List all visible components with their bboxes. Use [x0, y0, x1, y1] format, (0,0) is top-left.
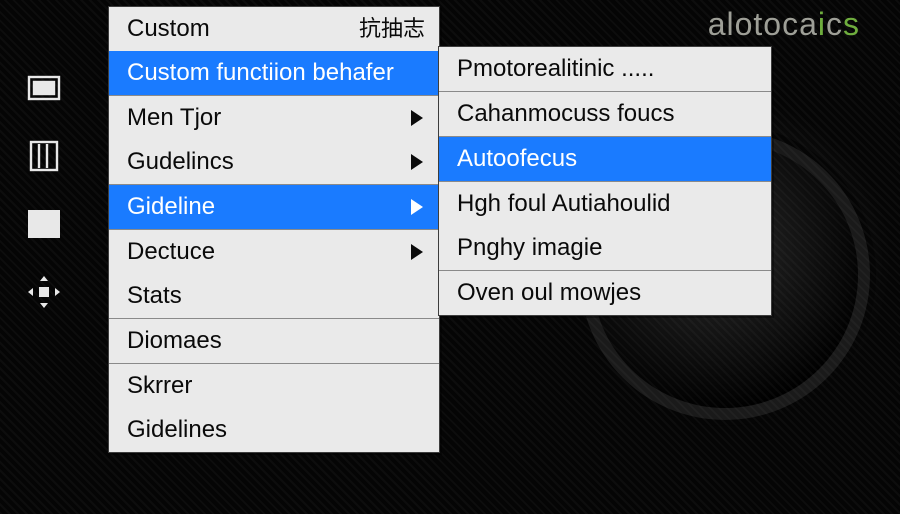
- menu-item-guidelines-a[interactable]: Gudelincs: [109, 140, 439, 184]
- menu-item-label: Hgh foul Autiahoulid: [457, 190, 671, 217]
- menu-item-label: Cahanmocuss foucs: [457, 100, 674, 127]
- menu-item-custom[interactable]: Custom 抗抽志: [109, 7, 439, 51]
- menu-item-stats[interactable]: Stats: [109, 274, 439, 318]
- menu-item-men-tjor[interactable]: Men Tjor: [109, 96, 439, 140]
- menu-item-label: Diomaes: [127, 327, 222, 354]
- menu-item-label: Custom functiion behafer: [127, 59, 394, 86]
- menu-item-label: Autoofecus: [457, 145, 577, 172]
- brand-logo: alotocaics: [708, 6, 860, 43]
- rectangle-icon[interactable]: [24, 68, 64, 108]
- menu-item-label: Gideline: [127, 193, 215, 220]
- menu-item-skrrer[interactable]: Skrrer: [109, 364, 439, 408]
- left-icon-rail: [24, 40, 72, 340]
- menu-item-custom-fn[interactable]: Custom functiion behafer: [109, 51, 439, 95]
- menu-item-diomaes[interactable]: Diomaes: [109, 319, 439, 363]
- menu-item-label: Gudelincs: [127, 148, 234, 175]
- menu-item-autofocus[interactable]: Autoofecus: [439, 137, 771, 181]
- menu-item-oven[interactable]: Oven oul mowjes: [439, 271, 771, 315]
- forward-icon[interactable]: [24, 204, 64, 244]
- menu-item-label: Men Tjor: [127, 104, 221, 131]
- menu-item-dectuce[interactable]: Dectuce: [109, 230, 439, 274]
- menu-item-extra: 抗抽志: [359, 7, 425, 51]
- menu-item-label: Dectuce: [127, 238, 215, 265]
- camera-screen: alotocaics Custom 抗抽志 Custom functiion beh…: [0, 0, 900, 514]
- menu-item-label: Stats: [127, 282, 182, 309]
- menu-item-gideline[interactable]: Gideline: [109, 185, 439, 229]
- menu-item-label: Pmotorealitinic .....: [457, 55, 654, 82]
- submenu[interactable]: Pmotorealitinic ..... Cahanmocuss foucs Au…: [438, 46, 772, 316]
- menu-item-photoreal[interactable]: Pmotorealitinic .....: [439, 47, 771, 91]
- menu-item-hghfoul[interactable]: Hgh foul Autiahoulid: [439, 182, 771, 226]
- main-context-menu[interactable]: Custom 抗抽志 Custom functiion behafer Men Tjo…: [108, 6, 440, 453]
- menu-item-cahan[interactable]: Cahanmocuss foucs: [439, 92, 771, 136]
- menu-item-label: Custom: [127, 15, 210, 42]
- menu-item-gidelines-b[interactable]: Gidelines: [109, 408, 439, 452]
- menu-item-label: Oven oul mowjes: [457, 279, 641, 306]
- menu-item-label: Pnghy imagie: [457, 234, 602, 261]
- menu-item-pnghy[interactable]: Pnghy imagie: [439, 226, 771, 270]
- menu-item-label: Gidelines: [127, 416, 227, 443]
- grid-move-icon[interactable]: [24, 272, 64, 312]
- menu-item-label: Skrrer: [127, 372, 192, 399]
- columns-icon[interactable]: [24, 136, 64, 176]
